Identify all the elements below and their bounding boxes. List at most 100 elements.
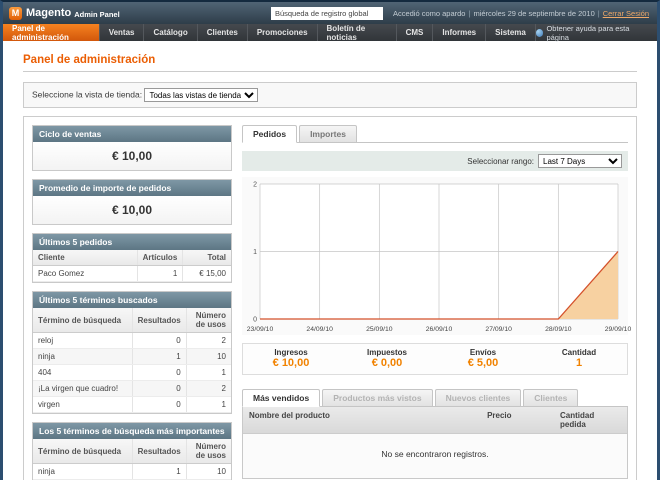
nav-item-clientes[interactable]: Clientes [198,24,248,41]
svg-text:23/09/10: 23/09/10 [247,326,274,333]
main-nav: Panel de administraciónVentasCatálogoCli… [3,24,657,41]
average-orders-title: Promedio de importe de pedidos [33,180,231,196]
column-header-termino-de-busqueda: Término de búsqueda [33,439,132,464]
table-row[interactable]: ninja110 [33,349,231,365]
total-impuestos: Impuestos€ 0,00 [339,348,435,369]
svg-text:27/09/10: 27/09/10 [485,326,512,333]
nav-item-sistema[interactable]: Sistema [486,24,536,41]
nav-item-informes[interactable]: Informes [433,24,486,41]
table-row[interactable]: ¡La virgen que cuadro!02 [33,381,231,397]
table-cell: 10 [186,349,231,365]
table-cell: 10 [186,464,231,480]
page-title: Panel de administración [23,54,637,72]
svg-text:1: 1 [253,249,257,256]
svg-text:28/09/10: 28/09/10 [545,326,572,333]
browser-window: M Magento Admin Panel Accedió como apard… [0,0,660,480]
total-label: Ingresos [243,348,339,357]
content: Panel de administración Seleccione la vi… [3,41,657,480]
table-row[interactable]: reloj02 [33,333,231,349]
table-cell: 1 [132,349,186,365]
total-label: Impuestos [339,348,435,357]
table-cell: virgen [33,397,132,413]
table-cell: 1 [132,464,186,480]
dashboard-right-column: PedidosImportes Seleccionar rango: Last … [242,125,628,480]
lifetime-sales-title: Ciclo de ventas [33,126,231,142]
total-label: Envíos [435,348,531,357]
total-envios: Envíos€ 5,00 [435,348,531,369]
table-cell: reloj [33,333,132,349]
table-row[interactable]: virgen01 [33,397,231,413]
tab-nuevos-clientes[interactable]: Nuevos clientes [435,389,522,407]
top-search-terms-box: Los 5 términos de búsqueda más important… [32,422,232,480]
summary-table: Término de búsquedaResultadosNúmero de u… [33,308,231,413]
bottom-tabs: Más vendidosProductos más vistosNuevos c… [242,389,628,407]
range-label: Seleccionar rango: [467,157,534,166]
range-select[interactable]: Last 7 Days [538,154,622,168]
tab-pedidos[interactable]: Pedidos [242,125,297,143]
magento-logo-text: Magento [26,7,71,19]
nav-item-promociones[interactable]: Promociones [248,24,318,41]
store-view-select[interactable]: Todas las vistas de tienda [144,88,258,102]
column-header-resultados: Resultados [132,308,186,333]
table-cell: ninja [33,464,132,480]
chart-tabs: PedidosImportes [242,125,628,143]
table-row[interactable]: ninja110 [33,464,231,480]
logout-link[interactable]: Cerrar Sesión [603,9,649,18]
help-link[interactable]: Obtener ayuda para esta página [536,24,657,41]
dashboard-panel: Ciclo de ventas € 10,00 Promedio de impo… [23,116,637,480]
table-row[interactable]: 40401 [33,365,231,381]
total-ingresos: Ingresos€ 10,00 [243,348,339,369]
grid-empty-message: No se encontraron registros. [243,434,627,478]
grid-column-precio[interactable]: Precio [481,407,554,433]
column-header-numero-de-usos: Número de usos [186,439,231,464]
nav-item-cms[interactable]: CMS [397,24,434,41]
magento-logo-subtitle: Admin Panel [74,10,119,19]
tab-importes[interactable]: Importes [299,125,357,143]
grid-column-nombre-del-producto[interactable]: Nombre del producto [243,407,481,433]
table-cell: 2 [186,333,231,349]
nav-item-catalogo[interactable]: Catálogo [144,24,197,41]
table-cell: 1 [137,266,183,282]
store-switcher: Seleccione la vista de tienda: Todas las… [23,82,637,108]
range-bar: Seleccionar rango: Last 7 Days [242,151,628,171]
table-cell: 1 [186,365,231,381]
table-cell: ninja [33,349,132,365]
svg-text:26/09/10: 26/09/10 [426,326,453,333]
column-header-resultados: Resultados [132,439,186,464]
table-cell: Paco Gomez [33,266,137,282]
nav-item-ventas[interactable]: Ventas [100,24,145,41]
top-search-terms-title: Los 5 términos de búsqueda más important… [33,423,231,439]
table-cell: 404 [33,365,132,381]
nav-item-panel-de-administracion[interactable]: Panel de administración [3,24,100,41]
dashboard-left-column: Ciclo de ventas € 10,00 Promedio de impo… [32,125,232,480]
table-cell: 0 [132,397,186,413]
total-value: € 10,00 [243,357,339,369]
table-row[interactable]: Paco Gomez1€ 15,00 [33,266,231,282]
total-cantidad: Cantidad1 [531,348,627,369]
column-header-total: Total [183,250,231,266]
header-user-info: Accedió como apardo|miércoles 29 de sept… [393,9,649,18]
products-grid-header: Nombre del productoPrecioCantidad pedida [243,407,627,434]
tab-productos-mas-vistos[interactable]: Productos más vistos [322,389,432,407]
products-grid: Nombre del productoPrecioCantidad pedida… [242,407,628,479]
svg-text:29/09/10: 29/09/10 [605,326,632,333]
last-orders-title: Últimos 5 pedidos [33,234,231,250]
last-search-terms-title: Últimos 5 términos buscados [33,292,231,308]
total-value: 1 [531,357,627,369]
tab-clientes[interactable]: Clientes [523,389,578,407]
header: M Magento Admin Panel Accedió como apard… [3,2,657,24]
svg-text:25/09/10: 25/09/10 [366,326,393,333]
total-label: Cantidad [531,348,627,357]
nav-item-boletin-de-noticias[interactable]: Boletín de noticias [318,24,397,41]
tab-mas-vendidos[interactable]: Más vendidos [242,389,320,407]
current-date: miércoles 29 de septiembre de 2010 [473,9,594,18]
last-search-terms-box: Últimos 5 términos buscados Término de b… [32,291,232,414]
table-cell: ¡La virgen que cuadro! [33,381,132,397]
last-orders-box: Últimos 5 pedidos ClienteArtículosTotalP… [32,233,232,283]
column-header-numero-de-usos: Número de usos [186,308,231,333]
column-header-cliente: Cliente [33,250,137,266]
table-cell: 2 [186,381,231,397]
table-cell: 1 [186,397,231,413]
grid-column-cantidad-pedida[interactable]: Cantidad pedida [554,407,627,433]
global-search-input[interactable] [271,7,383,20]
